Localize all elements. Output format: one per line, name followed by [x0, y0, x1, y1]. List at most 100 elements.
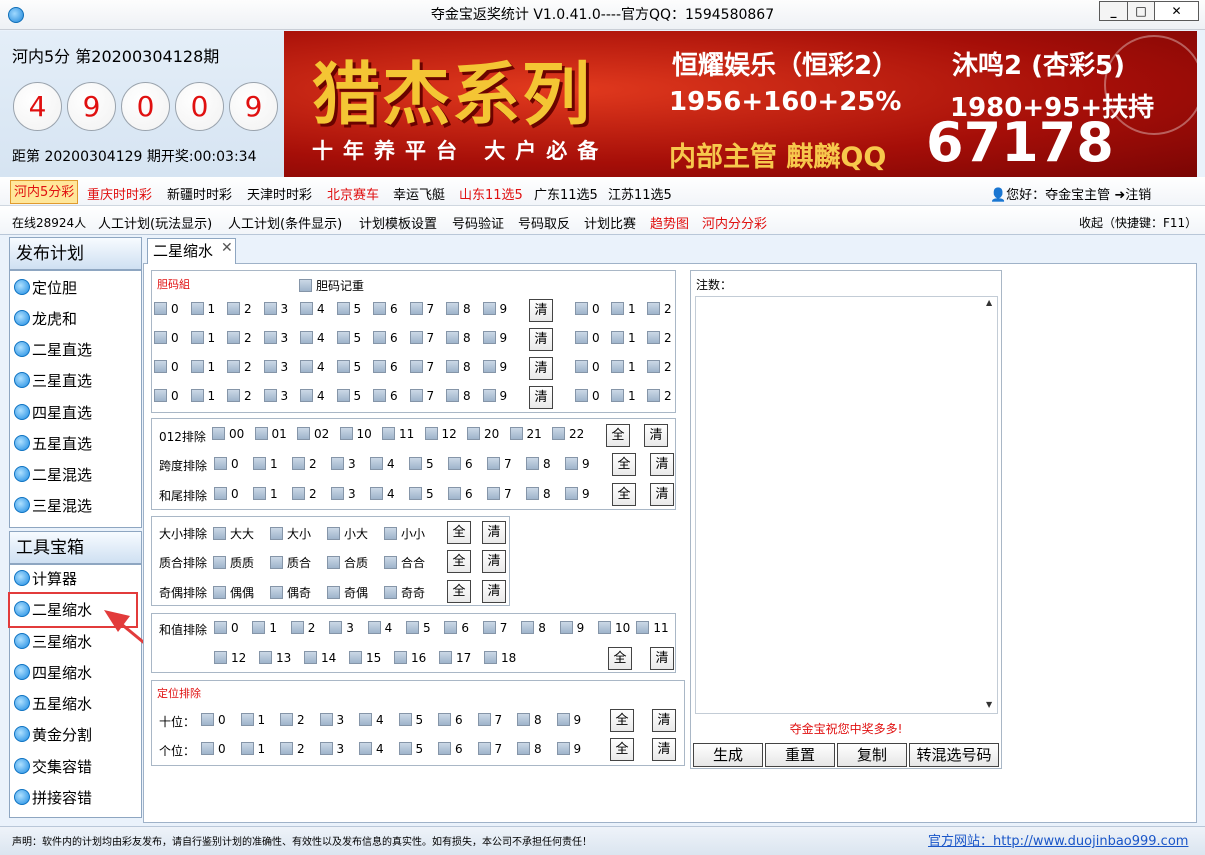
dan-digit-checkbox[interactable]: 5 [336, 331, 361, 345]
pos-one-checkbox[interactable]: 7 [477, 742, 502, 756]
dan-digit-checkbox[interactable]: 8 [446, 302, 471, 316]
sum-checkbox[interactable]: 2 [290, 621, 315, 635]
dan-extra-checkbox[interactable]: 1 [611, 389, 636, 403]
pos-ten-checkbox[interactable]: 1 [240, 713, 265, 727]
sum-checkbox[interactable]: 16 [394, 651, 426, 665]
dan-digit-checkbox[interactable]: 4 [300, 302, 325, 316]
pos-ten-checkbox[interactable]: 4 [359, 713, 384, 727]
dan-clear-button[interactable]: 清 [529, 357, 553, 380]
pos-one-checkbox[interactable]: 5 [398, 742, 423, 756]
copy-button[interactable]: 复制 [837, 743, 907, 767]
pos-ten-checkbox[interactable]: 7 [477, 713, 502, 727]
tail-checkbox[interactable]: 8 [526, 487, 551, 501]
dan-digit-checkbox[interactable]: 3 [263, 331, 288, 345]
dan-digit-checkbox[interactable]: 7 [409, 389, 434, 403]
pos-ten-checkbox[interactable]: 3 [319, 713, 344, 727]
sum-checkbox[interactable]: 3 [329, 621, 354, 635]
sidebar-item-tool[interactable]: 交集容错 [14, 754, 92, 780]
scroll-up-icon[interactable]: ▲ [986, 298, 992, 307]
user-greeting-logout[interactable]: 👤您好：夺金宝主管 ➜注销 [990, 184, 1151, 203]
dan-digit-checkbox[interactable]: 0 [154, 389, 179, 403]
dan-record-checkbox[interactable]: 胆码记重 [299, 277, 364, 294]
sidebar-item-plan[interactable]: 五星直选 [14, 431, 92, 457]
dan-digit-checkbox[interactable]: 2 [227, 331, 252, 345]
lottery-tab-tianjin[interactable]: 天津时时彩 [247, 184, 312, 203]
ex012-checkbox[interactable]: 12 [424, 427, 457, 441]
pos-one-checkbox[interactable]: 0 [201, 742, 226, 756]
dan-digit-checkbox[interactable]: 8 [446, 389, 471, 403]
dan-digit-checkbox[interactable]: 2 [227, 360, 252, 374]
size-checkbox[interactable]: 大小 [270, 525, 311, 542]
dan-extra-checkbox[interactable]: 0 [575, 360, 600, 374]
span-checkbox[interactable]: 8 [526, 457, 551, 471]
tail-checkbox[interactable]: 0 [214, 487, 239, 501]
pos-one-checkbox[interactable]: 8 [517, 742, 542, 756]
sum-checkbox[interactable]: 18 [484, 651, 516, 665]
dan-extra-checkbox[interactable]: 2 [647, 331, 672, 345]
ex012-all-button[interactable]: 全 [606, 424, 630, 447]
odd-checkbox[interactable]: 偶偶 [213, 584, 254, 601]
dan-extra-checkbox[interactable]: 2 [647, 302, 672, 316]
minimize-button[interactable]: _ [1099, 1, 1128, 21]
prime-checkbox[interactable]: 质质 [213, 554, 254, 571]
pos-ten-checkbox[interactable]: 5 [398, 713, 423, 727]
nav-plan-contest[interactable]: 计划比赛 [584, 213, 636, 232]
dan-digit-checkbox[interactable]: 0 [154, 331, 179, 345]
lottery-tab-lucky-airship[interactable]: 幸运飞艇 [393, 184, 445, 203]
tail-checkbox[interactable]: 5 [409, 487, 434, 501]
tail-checkbox[interactable]: 2 [292, 487, 317, 501]
sidebar-item-plan[interactable]: 二星混选 [14, 462, 92, 488]
dan-digit-checkbox[interactable]: 8 [446, 331, 471, 345]
sum-checkbox[interactable]: 8 [521, 621, 546, 635]
sidebar-tool-header[interactable]: 工具宝箱 [9, 531, 142, 564]
dan-digit-checkbox[interactable]: 3 [263, 360, 288, 374]
nav-number-invert[interactable]: 号码取反 [518, 213, 570, 232]
size-clear-button[interactable]: 清 [482, 521, 506, 544]
sidebar-item-plan[interactable]: 龙虎和 [14, 306, 77, 332]
lottery-tab-chongqing[interactable]: 重庆时时彩 [87, 184, 152, 203]
pos-one-checkbox[interactable]: 9 [556, 742, 581, 756]
pos-ten-checkbox[interactable]: 9 [556, 713, 581, 727]
nav-manual-plan-condition[interactable]: 人工计划(条件显示) [228, 213, 342, 232]
dan-digit-checkbox[interactable]: 6 [373, 389, 398, 403]
dan-digit-checkbox[interactable]: 5 [336, 389, 361, 403]
sum-checkbox[interactable]: 7 [482, 621, 507, 635]
dan-extra-checkbox[interactable]: 0 [575, 302, 600, 316]
dan-digit-checkbox[interactable]: 5 [336, 302, 361, 316]
sum-checkbox[interactable]: 14 [304, 651, 336, 665]
sum-checkbox[interactable]: 15 [349, 651, 381, 665]
dan-extra-checkbox[interactable]: 1 [611, 302, 636, 316]
ex012-checkbox[interactable]: 21 [509, 427, 542, 441]
nav-trend-chart[interactable]: 趋势图 [650, 213, 689, 232]
lottery-tab-guangdong-11x5[interactable]: 广东11选5 [534, 184, 598, 203]
prime-checkbox[interactable]: 合质 [327, 554, 368, 571]
dan-digit-checkbox[interactable]: 5 [336, 360, 361, 374]
close-button[interactable]: ✕ [1154, 1, 1199, 21]
odd-checkbox[interactable]: 奇偶 [327, 584, 368, 601]
span-checkbox[interactable]: 4 [370, 457, 395, 471]
dan-digit-checkbox[interactable]: 9 [482, 389, 507, 403]
span-checkbox[interactable]: 2 [292, 457, 317, 471]
maximize-button[interactable]: □ [1127, 1, 1155, 21]
tail-checkbox[interactable]: 4 [370, 487, 395, 501]
sum-checkbox[interactable]: 10 [598, 621, 630, 635]
dan-digit-checkbox[interactable]: 3 [263, 302, 288, 316]
sum-checkbox[interactable]: 12 [214, 651, 246, 665]
pos-ten-checkbox[interactable]: 8 [517, 713, 542, 727]
tail-clear-button[interactable]: 清 [650, 483, 674, 506]
lottery-tab-shandong-11x5[interactable]: 山东11选5 [459, 184, 523, 203]
tail-checkbox[interactable]: 9 [565, 487, 590, 501]
collapse-toggle[interactable]: 收起（快捷键：F11） [1079, 214, 1197, 231]
span-checkbox[interactable]: 0 [214, 457, 239, 471]
pos-one-checkbox[interactable]: 3 [319, 742, 344, 756]
sidebar-item-tool[interactable]: 拼接容错 [14, 785, 92, 811]
dan-digit-checkbox[interactable]: 9 [482, 331, 507, 345]
pos-ten-checkbox[interactable]: 2 [280, 713, 305, 727]
dan-digit-checkbox[interactable]: 7 [409, 302, 434, 316]
span-checkbox[interactable]: 9 [565, 457, 590, 471]
lottery-tab-hanoi-5min[interactable]: 河内5分彩 [10, 180, 79, 204]
size-checkbox[interactable]: 小大 [327, 525, 368, 542]
ex012-checkbox[interactable]: 22 [552, 427, 584, 441]
sidebar-item-plan[interactable]: 二星直选 [14, 337, 92, 363]
lottery-tab-jiangsu-11x5[interactable]: 江苏11选5 [608, 184, 672, 203]
